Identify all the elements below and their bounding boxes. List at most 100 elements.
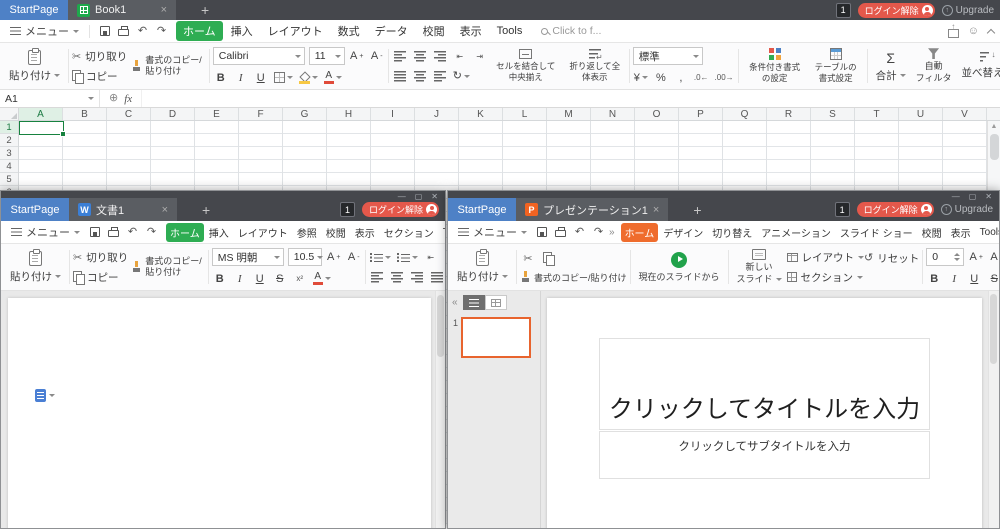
more-tools-icon[interactable]: » xyxy=(609,227,615,238)
ribbon-tab-切り替え[interactable]: 切り替え xyxy=(708,223,756,242)
writer-document-area[interactable] xyxy=(1,291,445,528)
copy-button[interactable]: コピー xyxy=(73,270,128,285)
align-right-button[interactable] xyxy=(432,49,448,64)
strikethrough-button[interactable]: S xyxy=(272,271,288,286)
tab-document1[interactable]: 文書1 × xyxy=(69,198,177,221)
account-badge[interactable]: 1 xyxy=(340,202,355,217)
selected-cell-a1[interactable] xyxy=(19,121,64,135)
logout-button[interactable]: ログイン解除 xyxy=(362,202,439,217)
increase-decimal-button[interactable]: .0← xyxy=(693,70,710,85)
maximize-icon[interactable]: ▢ xyxy=(415,193,423,201)
scroll-up-icon[interactable]: ▲ xyxy=(991,122,998,132)
ribbon-tab-アニメーション[interactable]: アニメーション xyxy=(757,223,835,242)
paste-button[interactable]: 貼り付け xyxy=(452,245,513,289)
scrollbar-thumb[interactable] xyxy=(990,294,997,364)
row-header-1[interactable]: 1 xyxy=(0,121,18,134)
logout-button[interactable]: ログイン解除 xyxy=(857,202,934,217)
cut-button[interactable]: ✂切り取り xyxy=(72,49,127,64)
conditional-formatting-button[interactable]: 条件付き書式の設定 xyxy=(742,44,808,88)
ribbon-tab-レイアウト[interactable]: レイアウト xyxy=(234,223,292,242)
ribbon-tab-表示[interactable]: 表示 xyxy=(947,223,975,242)
close-tab-icon[interactable]: × xyxy=(653,204,659,216)
underline-button[interactable]: U xyxy=(252,271,268,286)
scrollbar-thumb[interactable] xyxy=(990,134,999,160)
main-menu-button[interactable]: メニュー xyxy=(454,224,531,240)
ribbon-tab-挿入[interactable]: 挿入 xyxy=(205,223,233,242)
underline-button[interactable]: U xyxy=(966,271,982,286)
font-size-select[interactable]: 0 xyxy=(926,248,964,266)
align-bottom-button[interactable] xyxy=(432,69,448,84)
maximize-icon[interactable]: ▢ xyxy=(969,193,977,201)
close-window-icon[interactable]: ✕ xyxy=(431,193,438,201)
search-box[interactable]: Click to f... xyxy=(541,25,601,37)
align-center-button[interactable] xyxy=(412,49,428,64)
decrease-decimal-button[interactable]: .00→ xyxy=(714,70,735,85)
increase-indent-button[interactable]: ⇥ xyxy=(472,49,488,64)
font-size-select[interactable]: 11 xyxy=(309,47,345,65)
vertical-scrollbar[interactable] xyxy=(988,291,999,528)
bold-button[interactable]: B xyxy=(212,271,228,286)
new-tab-button[interactable]: + xyxy=(191,198,221,221)
orientation-button[interactable]: ↻ xyxy=(452,69,471,84)
column-header-B[interactable]: B xyxy=(63,108,107,120)
font-name-select[interactable]: Calibri xyxy=(213,47,305,65)
paste-button[interactable]: 貼り付け xyxy=(4,44,65,88)
column-header-T[interactable]: T xyxy=(855,108,899,120)
merge-center-button[interactable]: セルを結合して中央揃え xyxy=(488,44,564,88)
account-badge[interactable]: 1 xyxy=(835,202,850,217)
print-button[interactable] xyxy=(115,23,132,40)
bold-button[interactable]: B xyxy=(213,70,229,85)
ribbon-tab-挿入[interactable]: 挿入 xyxy=(224,21,260,41)
column-header-J[interactable]: J xyxy=(415,108,459,120)
align-top-button[interactable] xyxy=(392,69,408,84)
italic-button[interactable]: I xyxy=(233,70,249,85)
print-button[interactable] xyxy=(105,224,122,241)
collapse-ribbon-icon[interactable] xyxy=(987,28,995,36)
column-header-F[interactable]: F xyxy=(239,108,283,120)
column-header-U[interactable]: U xyxy=(899,108,943,120)
align-left-button[interactable] xyxy=(392,49,408,64)
cell-name-box[interactable]: A1 xyxy=(0,90,100,107)
redo-button[interactable]: ↷ xyxy=(590,224,607,241)
column-header-R[interactable]: R xyxy=(767,108,811,120)
column-header-N[interactable]: N xyxy=(591,108,635,120)
select-all-corner[interactable] xyxy=(0,108,19,120)
ribbon-tab-表示[interactable]: 表示 xyxy=(351,223,379,242)
decrease-font-button[interactable]: A- xyxy=(346,250,362,265)
format-as-table-button[interactable]: テーブルの書式設定 xyxy=(808,44,864,88)
row-header-4[interactable]: 4 xyxy=(0,160,18,173)
ribbon-tab-Tools[interactable]: Tools xyxy=(439,225,445,240)
ribbon-tab-レイアウト[interactable]: レイアウト xyxy=(261,21,330,41)
undo-button[interactable]: ↶ xyxy=(124,224,141,241)
decrease-indent-button[interactable]: ⇤ xyxy=(452,49,468,64)
font-color-button[interactable]: A xyxy=(312,271,332,286)
ribbon-tab-校閲[interactable]: 校閲 xyxy=(322,223,350,242)
upgrade-button[interactable]: ↑ Upgrade xyxy=(942,5,994,16)
tab-startpage[interactable]: StartPage xyxy=(0,0,68,20)
ribbon-tab-Tools[interactable]: Tools xyxy=(490,23,530,39)
close-tab-icon[interactable]: × xyxy=(162,204,168,216)
align-middle-button[interactable] xyxy=(412,69,428,84)
redo-button[interactable]: ↷ xyxy=(153,23,170,40)
increase-font-button[interactable]: A+ xyxy=(326,250,342,265)
slide-thumbnail[interactable] xyxy=(461,317,531,358)
ribbon-tab-校閲[interactable]: 校閲 xyxy=(918,223,946,242)
save-button[interactable] xyxy=(96,23,113,40)
share-icon[interactable] xyxy=(948,29,959,38)
slide[interactable]: クリックしてタイトルを入力 クリックしてサブタイトルを入力 xyxy=(547,298,982,528)
ribbon-tab-表示[interactable]: 表示 xyxy=(453,21,489,41)
column-header-S[interactable]: S xyxy=(811,108,855,120)
minimize-icon[interactable]: — xyxy=(952,193,960,201)
format-painter-button[interactable]: 書式のコピー/貼り付け xyxy=(520,271,627,284)
bold-button[interactable]: B xyxy=(926,271,942,286)
tab-book1[interactable]: Book1 × xyxy=(68,0,176,20)
subtitle-placeholder[interactable]: クリックしてサブタイトルを入力 xyxy=(599,431,930,479)
column-header-I[interactable]: I xyxy=(371,108,415,120)
formula-input[interactable] xyxy=(142,90,1000,107)
column-header-E[interactable]: E xyxy=(195,108,239,120)
spinner-icons[interactable] xyxy=(954,253,960,261)
insert-function-icon[interactable]: ⊕ xyxy=(109,93,118,104)
fx-label[interactable]: fx xyxy=(124,93,132,105)
bullet-list-button[interactable] xyxy=(369,250,392,265)
superscript-button[interactable]: x² xyxy=(292,271,308,286)
